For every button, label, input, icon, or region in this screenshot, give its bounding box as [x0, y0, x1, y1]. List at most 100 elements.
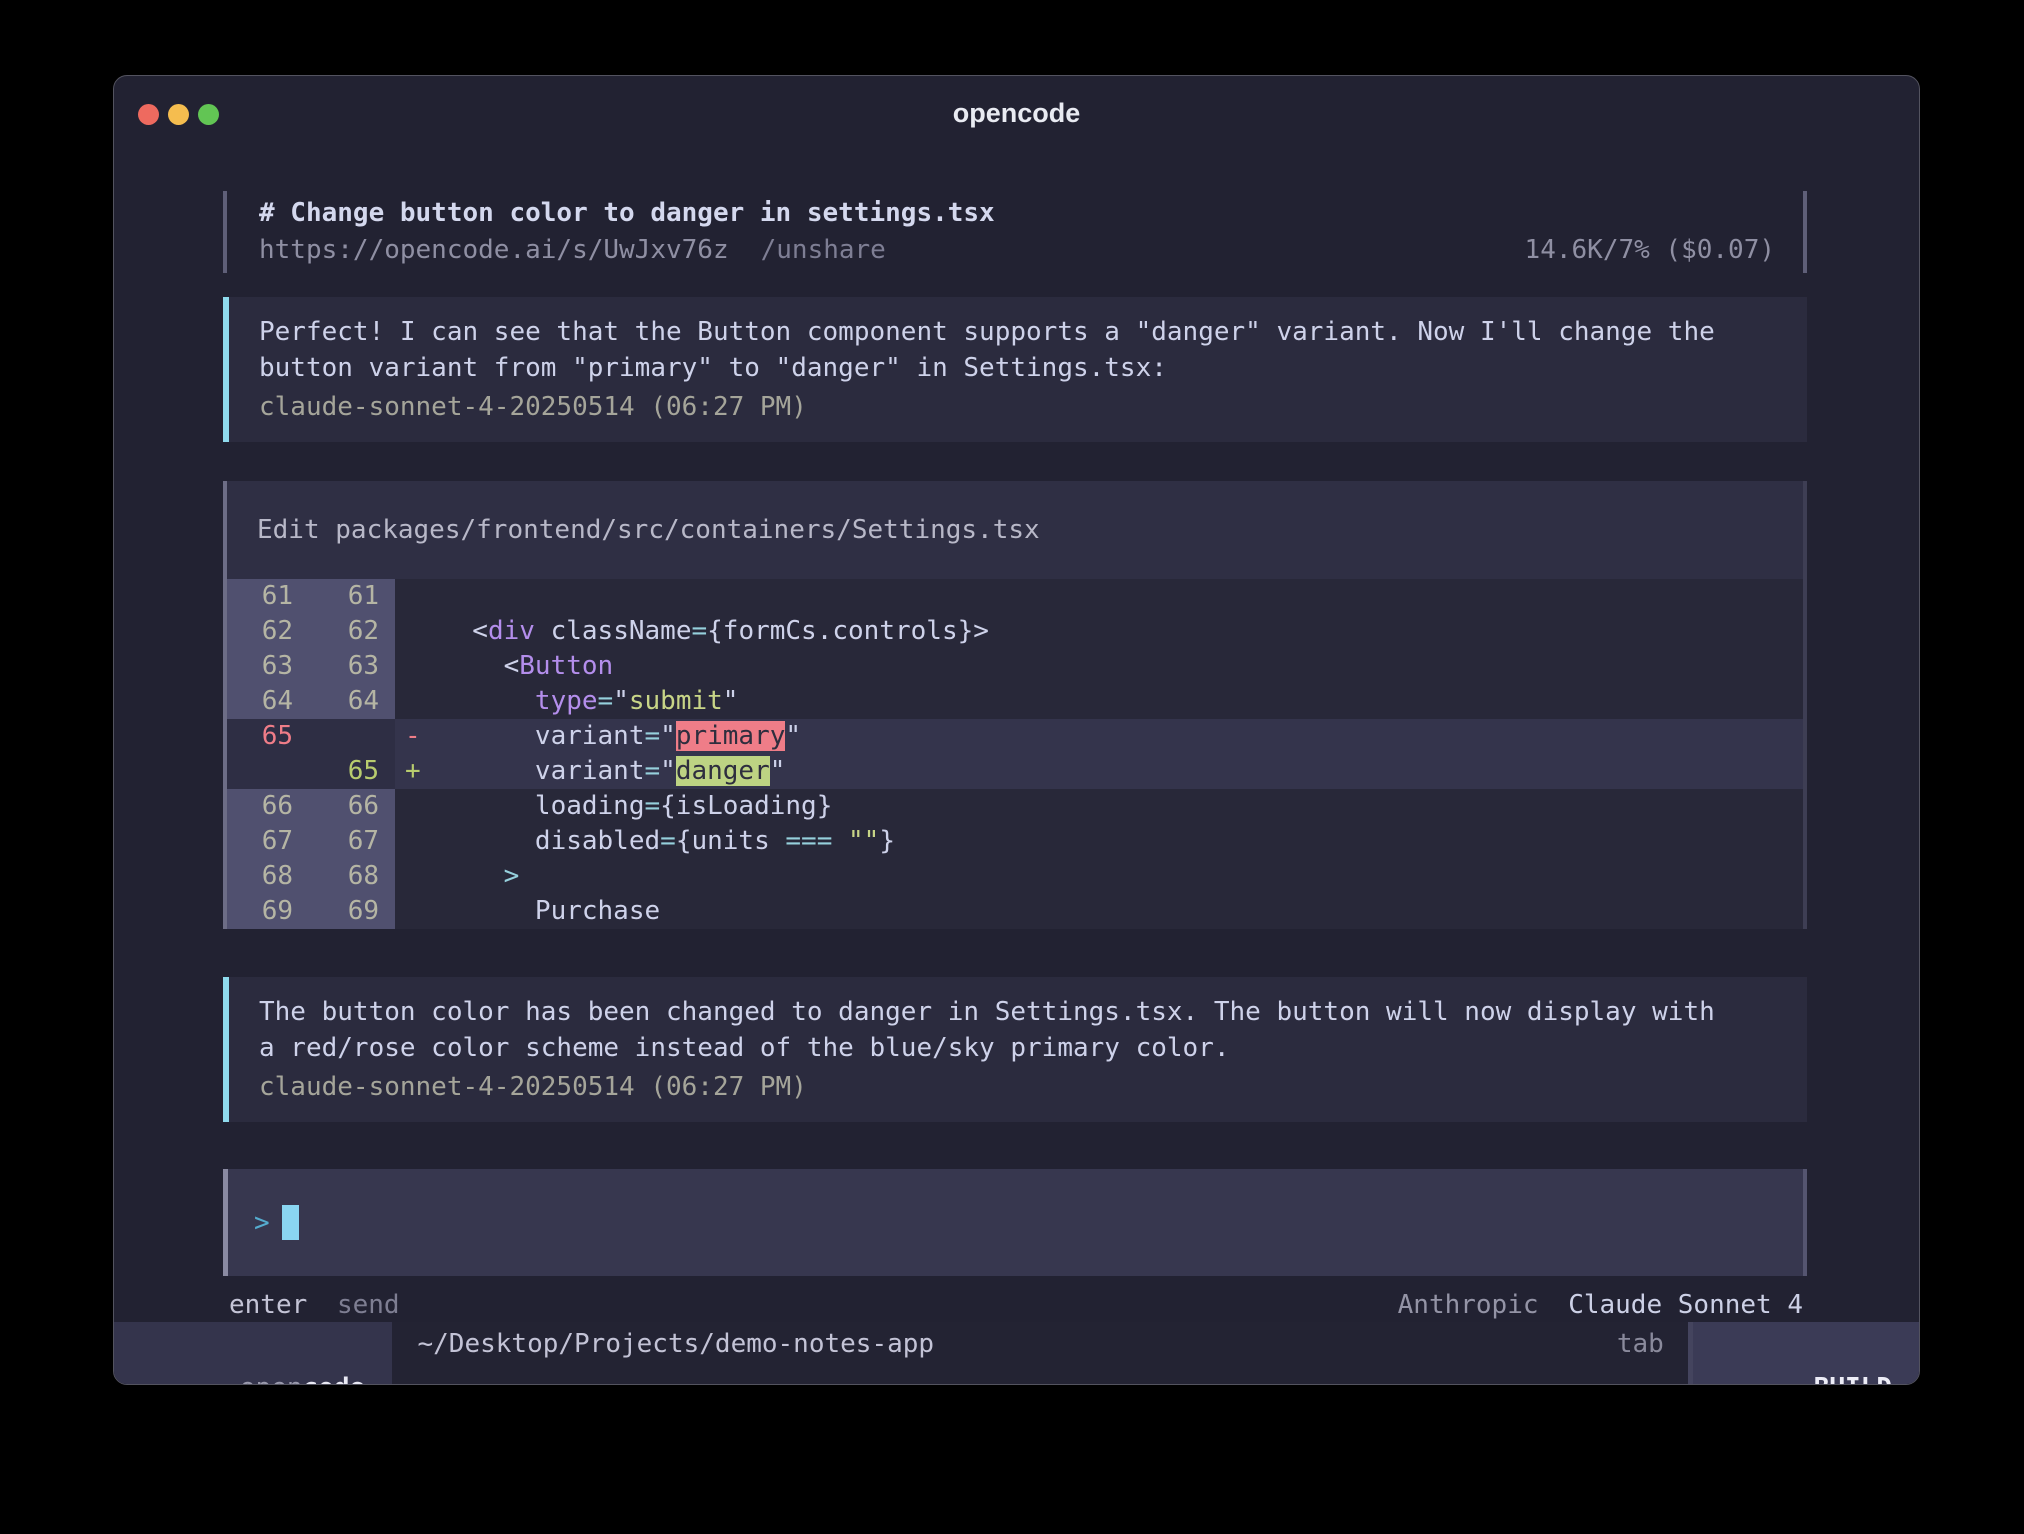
- code-token: ===: [785, 826, 832, 856]
- app-name-code: code: [303, 1373, 366, 1385]
- code-line: >: [441, 859, 1803, 894]
- code-token: type: [535, 686, 598, 716]
- diff-row: 6868 >: [227, 859, 1803, 894]
- line-number-new: 65: [309, 754, 395, 789]
- line-number-new: [309, 719, 395, 754]
- code-token: <: [441, 651, 519, 681]
- window-titlebar: opencode: [114, 76, 1919, 146]
- diff-row: 6666 loading={isLoading}: [227, 789, 1803, 824]
- code-token: [441, 861, 504, 891]
- send-action-label: send: [337, 1290, 400, 1320]
- session-header: # Change button color to danger in setti…: [223, 191, 1807, 273]
- code-line: <div className={formCs.controls}>: [441, 614, 1803, 649]
- line-number-new: 61: [309, 579, 395, 614]
- hints-row: enter send Anthropic Claude Sonnet 4: [223, 1288, 1807, 1322]
- line-number-old: 63: [227, 649, 309, 684]
- line-number-old: 68: [227, 859, 309, 894]
- diff-marker: -: [395, 719, 441, 754]
- code-token: ": [613, 686, 629, 716]
- code-token: =: [691, 616, 707, 646]
- code-token: =: [660, 826, 676, 856]
- window-title: opencode: [114, 98, 1919, 129]
- status-bar: opencode v0.3.11 ~/Desktop/Projects/demo…: [114, 1322, 1919, 1385]
- assistant-message: Perfect! I can see that the Button compo…: [223, 297, 1807, 442]
- code-line: loading={isLoading}: [441, 789, 1803, 824]
- message-text: The button color has been changed to dan…: [259, 994, 1807, 1030]
- code-token: =: [645, 721, 661, 751]
- model-indicator: Anthropic Claude Sonnet 4: [1398, 1288, 1803, 1322]
- code-token: loading: [441, 791, 645, 821]
- line-number-new: 67: [309, 824, 395, 859]
- code-token: [441, 686, 535, 716]
- diff-row: 6767 disabled={units === ""}: [227, 824, 1803, 859]
- code-line: <Button: [441, 649, 1803, 684]
- diff-row: 6464 type="submit": [227, 684, 1803, 719]
- diff-marker: [395, 579, 441, 614]
- mode-value: BUILD: [1814, 1373, 1892, 1385]
- tab-key-hint[interactable]: tab: [1617, 1322, 1664, 1385]
- code-token: ": [660, 756, 676, 786]
- code-token: ": [660, 721, 676, 751]
- diff-marker: [395, 894, 441, 929]
- code-token: primary: [676, 721, 786, 751]
- diff-marker: [395, 684, 441, 719]
- session-content: # Change button color to danger in setti…: [114, 146, 1919, 1322]
- code-line: Purchase: [441, 894, 1803, 929]
- diff-marker: [395, 789, 441, 824]
- code-token: ": [785, 721, 801, 751]
- line-number-old: 65: [227, 719, 309, 754]
- line-number-old: 69: [227, 894, 309, 929]
- diff-row: 65+ variant="danger": [227, 754, 1803, 789]
- line-number-old: 67: [227, 824, 309, 859]
- message-model-timestamp: claude-sonnet-4-20250514 (06:27 PM): [259, 389, 1807, 425]
- line-number-new: 69: [309, 894, 395, 929]
- line-number-old: 61: [227, 579, 309, 614]
- code-token: Button: [519, 651, 613, 681]
- share-url-link[interactable]: https://opencode.ai/s/UwJxv76z: [259, 232, 729, 269]
- enter-hint: enter send: [229, 1288, 400, 1322]
- code-token: {isLoading}: [660, 791, 832, 821]
- diff-row: 6262 <div className={formCs.controls}>: [227, 614, 1803, 649]
- code-token: {units: [676, 826, 786, 856]
- message-text: button variant from "primary" to "danger…: [259, 350, 1807, 386]
- enter-key-label: enter: [229, 1290, 307, 1320]
- code-token: {formCs.controls}>: [707, 616, 989, 646]
- line-number-new: 63: [309, 649, 395, 684]
- text-cursor: [282, 1205, 299, 1240]
- code-token: }: [879, 826, 895, 856]
- line-number-old: [227, 754, 309, 789]
- code-token: =: [645, 791, 661, 821]
- code-line: variant="danger": [441, 754, 1803, 789]
- token-usage-cost: 14.6K/7% ($0.07): [1525, 232, 1775, 269]
- code-token: variant: [441, 756, 645, 786]
- code-token: div: [488, 616, 535, 646]
- code-token: className: [535, 616, 692, 646]
- message-text: Perfect! I can see that the Button compo…: [259, 314, 1807, 350]
- diff-row: 6969 Purchase: [227, 894, 1803, 929]
- message-text: a red/rose color scheme instead of the b…: [259, 1030, 1807, 1066]
- line-number-old: 66: [227, 789, 309, 824]
- model-name: Claude Sonnet 4: [1568, 1290, 1803, 1320]
- code-token: =: [598, 686, 614, 716]
- assistant-message: The button color has been changed to dan…: [223, 977, 1807, 1122]
- code-token: Purchase: [441, 896, 660, 926]
- prompt-input[interactable]: >: [223, 1169, 1807, 1276]
- message-model-timestamp: claude-sonnet-4-20250514 (06:27 PM): [259, 1069, 1807, 1105]
- diff-row: 6161: [227, 579, 1803, 614]
- session-subheader: https://opencode.ai/s/UwJxv76z /unshare …: [259, 232, 1803, 269]
- code-token: disabled: [441, 826, 660, 856]
- code-token: submit: [629, 686, 723, 716]
- session-title: # Change button color to danger in setti…: [259, 195, 1803, 232]
- code-token: =: [645, 756, 661, 786]
- mode-chip[interactable]: BUILD MODE: [1693, 1322, 1919, 1385]
- line-number-old: 64: [227, 684, 309, 719]
- diff-marker: +: [395, 754, 441, 789]
- app-name-open: open: [240, 1373, 303, 1385]
- diff-marker: [395, 614, 441, 649]
- opencode-terminal-window: opencode # Change button color to danger…: [113, 75, 1920, 1385]
- diff-marker: [395, 649, 441, 684]
- diff-marker: [395, 824, 441, 859]
- diff-rows: 61616262 <div className={formCs.controls…: [227, 579, 1803, 929]
- unshare-command: /unshare: [761, 232, 886, 269]
- edit-tool-title: Edit packages/frontend/src/containers/Se…: [227, 481, 1803, 579]
